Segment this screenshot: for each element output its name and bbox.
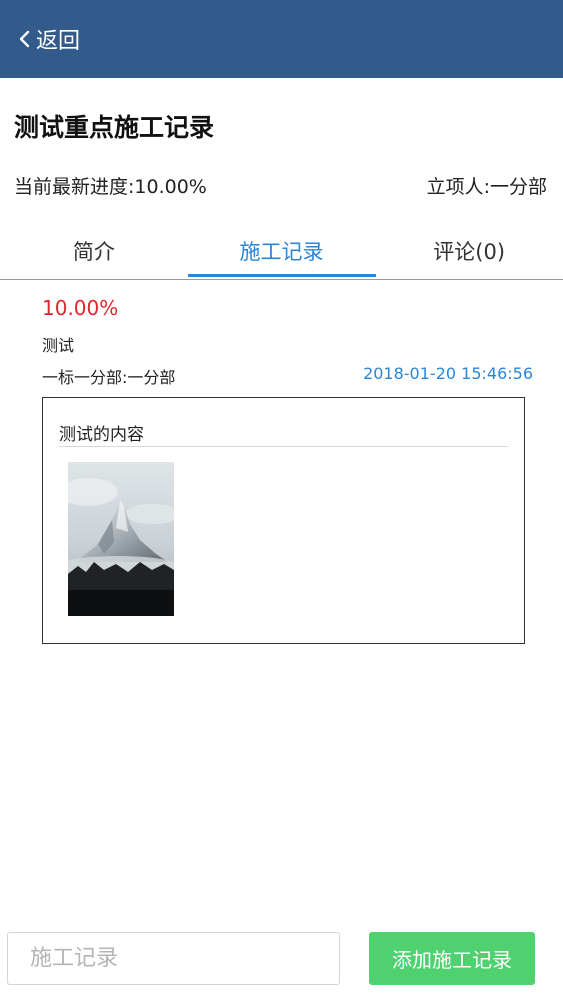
back-label: 返回 [36, 29, 81, 54]
page-title: 测试重点施工记录 [14, 113, 215, 142]
record-department: 一标一分部:一分部 [42, 368, 176, 387]
add-record-button[interactable]: 添加施工记录 [369, 932, 535, 985]
chevron-left-icon [19, 30, 30, 48]
project-owner-text: 立项人:一分部 [426, 176, 547, 198]
tab-bar: 简介 施工记录 评论(0) [0, 222, 563, 280]
tab-construction-records[interactable]: 施工记录 [187, 222, 376, 279]
record-timestamp: 2018-01-20 15:46:56 [363, 364, 533, 383]
tab-comments[interactable]: 评论(0) [375, 222, 563, 279]
page: 返回 测试重点施工记录 当前最新进度:10.00% 立项人:一分部 简介 施工记… [0, 0, 563, 1000]
back-button[interactable]: 返回 [18, 23, 80, 55]
current-progress-text: 当前最新进度:10.00% [14, 176, 207, 198]
record-input[interactable] [7, 932, 340, 985]
project-info-row: 当前最新进度:10.00% 立项人:一分部 [14, 172, 547, 199]
record-content-card: 测试的内容 [42, 397, 525, 644]
record-photo[interactable] [68, 462, 174, 616]
record-name: 测试 [42, 336, 75, 355]
mountain-photo [68, 462, 174, 616]
divider [59, 446, 508, 447]
tab-intro[interactable]: 简介 [0, 222, 188, 279]
record-content-title: 测试的内容 [59, 425, 144, 445]
record-meta-row: 一标一分部:一分部 2018-01-20 15:46:56 [42, 364, 533, 388]
top-nav-bar: 返回 [0, 0, 563, 78]
record-progress: 10.00% [42, 296, 119, 320]
